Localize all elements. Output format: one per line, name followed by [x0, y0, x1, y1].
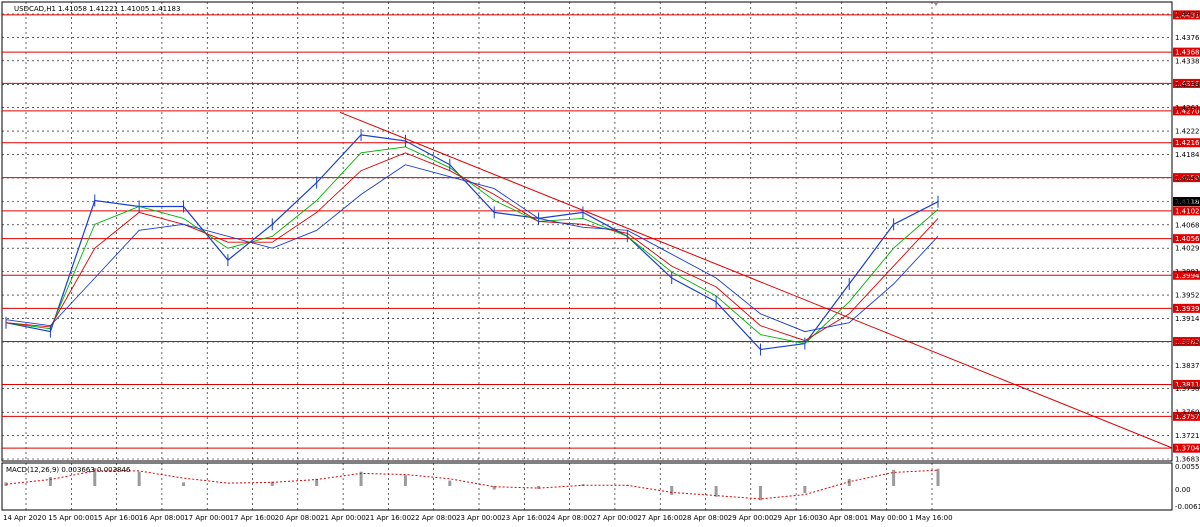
chart-window[interactable]: 1.443141.436891.431641.427041.421691.415… — [0, 0, 1200, 527]
chart-title: USDCAD,H1 — [14, 5, 56, 13]
price-tick-label: 1.42990 — [1175, 81, 1200, 89]
price-tick-label: 1.37980 — [1175, 385, 1200, 393]
level-price-label: 1.41026 — [1175, 207, 1200, 215]
time-tick-label: 27 Apr 00:00 — [592, 514, 638, 522]
time-tick-label: 16 Apr 08:00 — [139, 514, 185, 522]
time-tick-label: 1 May 16:00 — [909, 514, 953, 522]
time-axis: 14 Apr 2020 15 Apr 00:00 15 Apr 16:00 16 Ap… — [3, 514, 953, 522]
price-tick-label: 1.43760 — [1175, 34, 1200, 42]
macd-tick-label: 0.00 — [1175, 486, 1191, 494]
macd-axis: 0.005577 0.00 -0.00615 — [1175, 463, 1200, 511]
level-price-label: 1.40560 — [1175, 235, 1200, 243]
time-tick-label: 24 Apr 08:00 — [547, 514, 593, 522]
time-tick-label: 21 Apr 00:00 — [320, 514, 366, 522]
time-tick-label: 28 Apr 08:00 — [683, 514, 729, 522]
price-tick-label: 1.44150 — [1175, 11, 1200, 19]
price-tick-label: 1.43380 — [1175, 57, 1200, 65]
price-tick-label: 1.40680 — [1175, 221, 1200, 229]
price-tick-label: 1.37210 — [1175, 432, 1200, 440]
macd-tick-label: -0.00615 — [1175, 503, 1200, 511]
time-tick-label: 1 May 00:00 — [864, 514, 908, 522]
time-tick-label: 30 Apr 08:00 — [818, 514, 864, 522]
time-tick-label: 15 Apr 16:00 — [94, 514, 140, 522]
level-price-label: 1.39391 — [1175, 305, 1200, 313]
price-tick-label: 1.41070 — [1175, 198, 1200, 206]
macd-frame[interactable] — [1, 462, 1173, 511]
time-tick-label: 14 Apr 2020 — [3, 514, 46, 522]
price-tick-label: 1.40290 — [1175, 245, 1200, 253]
macd-title: MACD(12,26,9) 0.003663 0.003846 — [6, 466, 131, 474]
time-tick-label: 17 Apr 16:00 — [230, 514, 276, 522]
time-tick-label: 23 Apr 00:00 — [456, 514, 502, 522]
ohlc-readout: 1.41058 1.41221 1.41005 1.41183 — [58, 5, 180, 13]
price-tick-label: 1.38750 — [1175, 338, 1200, 346]
main-chart-frame[interactable] — [1, 1, 1173, 462]
time-tick-label: 21 Apr 16:00 — [365, 514, 411, 522]
time-tick-label: 23 Apr 16:00 — [501, 514, 547, 522]
price-tick-label: 1.39520 — [1175, 292, 1200, 300]
level-price-label: 1.37045 — [1175, 445, 1200, 453]
time-tick-label: 20 Apr 08:00 — [275, 514, 321, 522]
price-tick-label: 1.42220 — [1175, 128, 1200, 136]
price-tick-label: 1.41840 — [1175, 151, 1200, 159]
price-tick-label: 1.42610 — [1175, 104, 1200, 112]
time-tick-label: 22 Apr 08:00 — [411, 514, 457, 522]
price-tick-label: 1.41450 — [1175, 174, 1200, 182]
time-tick-label: 29 Apr 00:00 — [728, 514, 774, 522]
macd-tick-label: 0.005577 — [1175, 463, 1200, 471]
price-tick-label: 1.38370 — [1175, 362, 1200, 370]
price-tick-label: 1.39140 — [1175, 315, 1200, 323]
level-price-label: 1.43689 — [1175, 49, 1200, 57]
price-tick-label: 1.39910 — [1175, 268, 1200, 276]
time-tick-label: 17 Apr 00:00 — [184, 514, 230, 522]
level-price-label: 1.42169 — [1175, 139, 1200, 147]
time-tick-label: 27 Apr 16:00 — [637, 514, 683, 522]
price-tick-label: 1.37600 — [1175, 409, 1200, 417]
time-tick-label: 29 Apr 16:00 — [773, 514, 819, 522]
time-tick-label: 15 Apr 00:00 — [48, 514, 94, 522]
